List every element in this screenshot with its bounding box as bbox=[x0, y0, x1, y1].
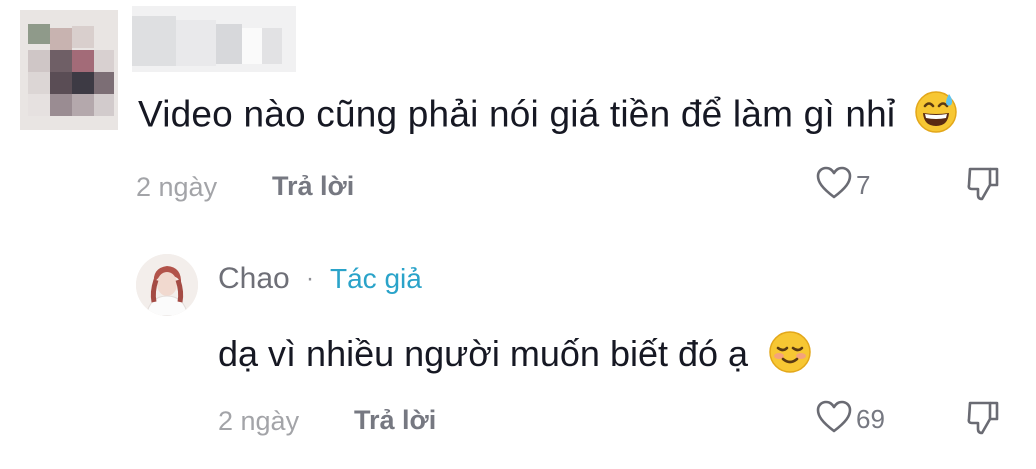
reply-like-button[interactable]: 69 bbox=[816, 400, 885, 439]
dislike-button[interactable] bbox=[966, 166, 1000, 207]
reply-body: dạ vì nhiều người muốn biết đó ạ bbox=[218, 330, 812, 383]
reply-author-name[interactable]: Chao bbox=[218, 262, 290, 296]
reply-to-reply-button[interactable]: Trả lời bbox=[354, 405, 436, 436]
reply-dislike-button[interactable] bbox=[966, 400, 1000, 441]
thumbs-down-icon bbox=[966, 167, 1000, 206]
thumbs-down-icon bbox=[966, 401, 1000, 440]
comment-text: Video nào cũng phải nói giá tiền để làm … bbox=[138, 93, 896, 135]
like-count: 7 bbox=[856, 170, 871, 200]
avatar[interactable] bbox=[20, 10, 118, 130]
reply-text: dạ vì nhiều người muốn biết đó ạ bbox=[218, 333, 749, 375]
separator-dot: · bbox=[306, 265, 314, 292]
grinning-sweat-emoji-icon bbox=[914, 90, 958, 143]
like-button[interactable]: 7 bbox=[816, 166, 870, 205]
heart-icon bbox=[816, 400, 852, 439]
reply-like-count: 69 bbox=[856, 404, 885, 434]
smiling-face-emoji-icon bbox=[768, 330, 812, 383]
comment-body: Video nào cũng phải nói giá tiền để làm … bbox=[138, 90, 958, 143]
author-badge: Tác giả bbox=[330, 263, 422, 294]
comment-timestamp: 2 ngày bbox=[136, 172, 218, 202]
heart-icon bbox=[816, 166, 852, 205]
username-redacted[interactable] bbox=[132, 6, 296, 72]
reply-author-avatar[interactable] bbox=[136, 254, 198, 316]
reply-timestamp: 2 ngày bbox=[218, 406, 300, 436]
reply-button[interactable]: Trả lời bbox=[272, 171, 354, 202]
